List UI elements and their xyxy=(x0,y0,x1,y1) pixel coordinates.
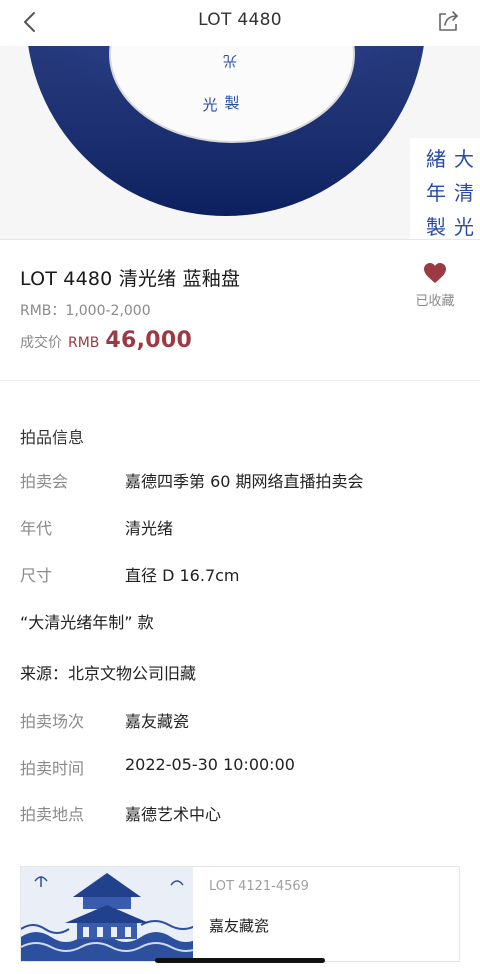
favorite-button[interactable]: 已收藏 xyxy=(410,262,460,309)
heart-icon xyxy=(424,263,446,283)
deal-price-row: 成交价 RMB 46,000 xyxy=(20,328,192,353)
deal-currency: RMB xyxy=(68,335,100,351)
home-indicator[interactable] xyxy=(155,958,325,963)
share-icon[interactable] xyxy=(436,8,462,34)
svg-text:緒: 緒 xyxy=(426,147,446,171)
info-key: 拍卖地点 xyxy=(20,805,85,824)
session-card[interactable]: LOT 4121-4569 嘉友藏瓷 xyxy=(20,866,460,962)
nav-bar: LOT 4480 xyxy=(0,0,480,44)
info-key: 拍卖会 xyxy=(20,472,69,491)
session-card-image xyxy=(21,867,193,961)
info-section-title: 拍品信息 xyxy=(20,428,85,447)
section-divider xyxy=(0,380,480,381)
favorite-label: 已收藏 xyxy=(415,294,455,309)
svg-text:製: 製 xyxy=(426,215,446,239)
svg-text:大: 大 xyxy=(454,147,474,171)
provenance-text: 来源：北京文物公司旧藏 xyxy=(20,664,197,683)
info-value: 直径 D 16.7cm xyxy=(125,566,240,585)
info-value: 清光绪 xyxy=(125,519,174,538)
lot-image[interactable]: 光 製 光 大 清 光 緒 年 製 xyxy=(0,46,480,240)
info-value: 2022-05-30 10:00:00 xyxy=(125,755,295,774)
session-card-name: 嘉友藏瓷 xyxy=(209,917,270,935)
svg-text:光: 光 xyxy=(223,52,237,68)
estimate-text: RMB：1,000-2,000 xyxy=(20,303,151,319)
info-key: 年代 xyxy=(20,519,53,538)
svg-text:製: 製 xyxy=(224,94,239,112)
info-key: 拍卖场次 xyxy=(20,712,85,731)
info-value: 嘉德艺术中心 xyxy=(125,805,222,824)
svg-text:清: 清 xyxy=(454,181,474,205)
svg-text:光: 光 xyxy=(202,96,217,114)
info-value[interactable]: 嘉友藏瓷 xyxy=(125,708,189,732)
deal-price: 46,000 xyxy=(105,328,193,353)
svg-text:年: 年 xyxy=(426,181,446,205)
page-title: LOT 4480 xyxy=(198,10,282,30)
info-key: 尺寸 xyxy=(20,566,53,585)
info-key: 拍卖时间 xyxy=(20,759,85,778)
deal-label: 成交价 xyxy=(20,335,62,351)
lot-title: LOT 4480 清光绪 蓝釉盘 xyxy=(20,268,241,290)
session-card-range: LOT 4121-4569 xyxy=(209,879,309,894)
mark-description: “大清光绪年制” 款 xyxy=(20,613,154,632)
info-value[interactable]: 嘉德四季第 60 期网络直播拍卖会 xyxy=(125,468,364,492)
svg-text:光: 光 xyxy=(454,215,474,239)
